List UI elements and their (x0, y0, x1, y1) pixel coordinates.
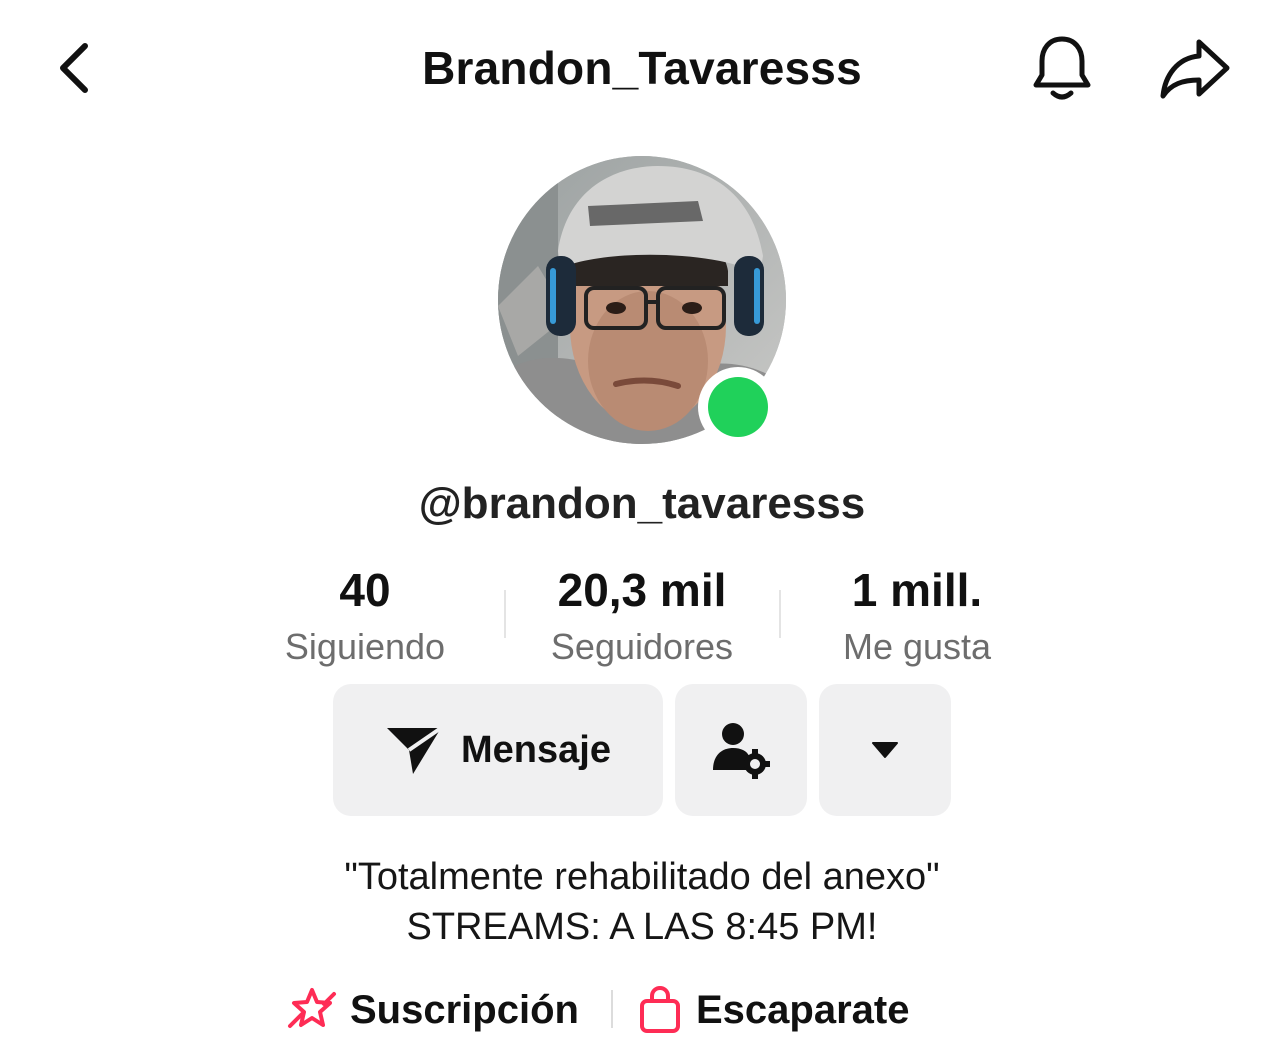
chevron-left-icon (60, 43, 88, 93)
send-plane-icon (387, 726, 443, 774)
message-button-label: Mensaje (461, 728, 611, 771)
stat-following-label: Siguiendo (284, 626, 446, 667)
more-options-button[interactable] (819, 684, 951, 816)
stat-likes[interactable]: 1 mill. Me gusta (787, 560, 1047, 674)
links-divider (611, 990, 613, 1028)
stat-divider (779, 590, 781, 638)
username-handle: @brandon_tavaresss (418, 479, 866, 528)
stat-likes-label: Me gusta (842, 626, 992, 667)
bio-line-2: STREAMS: A LAS 8:45 PM! (406, 906, 878, 948)
star-ribbon-icon (288, 988, 336, 1028)
storefront-link[interactable]: Escaparate (636, 980, 909, 1040)
profile-bio: "Totalmente rehabilitado del anexo" STRE… (0, 852, 1284, 952)
caret-down-icon (872, 742, 898, 758)
back-button[interactable] (40, 28, 110, 108)
subscription-label: Suscripción (350, 987, 579, 1032)
stat-divider (504, 590, 506, 638)
bell-icon (1033, 36, 1091, 100)
notifications-button[interactable] (1020, 28, 1104, 108)
shopping-bag-icon (640, 985, 680, 1033)
stat-followers[interactable]: 20,3 mil Seguidores (512, 560, 772, 674)
stat-following[interactable]: 40 Siguiendo (235, 560, 495, 674)
message-button[interactable]: Mensaje (333, 684, 663, 816)
share-button[interactable] (1150, 28, 1240, 108)
stat-following-value: 40 (339, 564, 391, 616)
person-gear-icon (713, 723, 770, 779)
stat-likes-value: 1 mill. (851, 564, 983, 616)
bio-line-1: "Totalmente rehabilitado del anexo" (344, 856, 940, 898)
friend-settings-button[interactable] (675, 684, 807, 816)
stat-followers-value: 20,3 mil (557, 564, 727, 616)
online-status-indicator (698, 367, 778, 447)
storefront-label: Escaparate (696, 987, 910, 1032)
subscription-link[interactable]: Suscripción (286, 980, 579, 1040)
share-arrow-icon (1160, 39, 1230, 99)
stat-followers-label: Seguidores (550, 626, 734, 667)
